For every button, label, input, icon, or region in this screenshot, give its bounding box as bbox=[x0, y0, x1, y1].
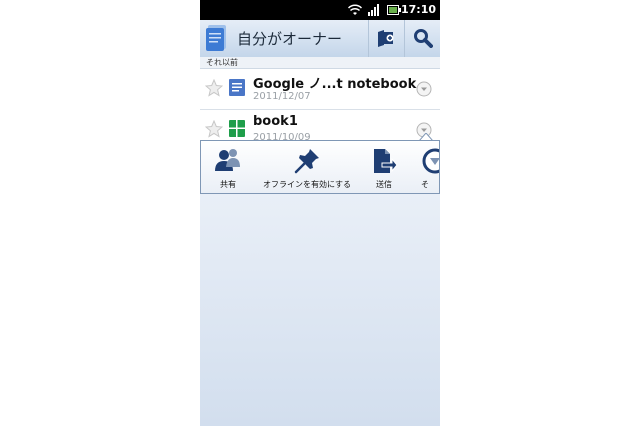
wifi-icon bbox=[348, 4, 362, 15]
empty-list-area bbox=[200, 194, 440, 426]
quick-action-label: そ bbox=[421, 180, 429, 189]
send-icon bbox=[374, 149, 398, 173]
list-item[interactable]: Google ノ...t notebook 2011/12/07 bbox=[200, 69, 440, 110]
quick-action-bar: 共有 オフラインを有効にする 送信 そ bbox=[200, 140, 440, 194]
spreadsheet-icon bbox=[229, 120, 245, 137]
share-button[interactable]: 共有 bbox=[205, 141, 251, 193]
quick-action-label: オフラインを有効にする bbox=[262, 180, 352, 189]
share-people-icon bbox=[215, 149, 240, 171]
document-icon bbox=[229, 79, 245, 96]
more-icon bbox=[422, 148, 439, 174]
star-icon[interactable] bbox=[205, 120, 223, 138]
quick-action-label: 送信 bbox=[376, 180, 392, 189]
document-title: book1 bbox=[253, 114, 298, 129]
star-icon[interactable] bbox=[205, 79, 223, 97]
battery-icon bbox=[387, 5, 401, 15]
upload-folder-icon bbox=[378, 30, 394, 47]
upload-button[interactable] bbox=[368, 20, 403, 57]
phone-screen: 17:10 自分がオーナー それ以前 Google ノ...t notebook… bbox=[200, 0, 440, 426]
status-bar: 17:10 bbox=[200, 0, 440, 20]
document-date: 2011/12/07 bbox=[253, 91, 311, 102]
clock: 17:10 bbox=[400, 3, 436, 16]
document-title: Google ノ...t notebook bbox=[253, 77, 417, 92]
action-bar: 自分がオーナー bbox=[200, 20, 440, 58]
search-icon bbox=[414, 29, 433, 48]
docs-app-icon[interactable] bbox=[206, 25, 230, 51]
expand-actions-icon[interactable] bbox=[416, 81, 432, 97]
page-title: 自分がオーナー bbox=[237, 30, 343, 48]
offline-button[interactable]: オフラインを有効にする bbox=[257, 141, 357, 193]
search-button[interactable] bbox=[404, 20, 439, 57]
section-header: それ以前 bbox=[200, 57, 440, 69]
pin-icon bbox=[294, 149, 319, 174]
more-button[interactable]: そ bbox=[415, 141, 439, 193]
send-button[interactable]: 送信 bbox=[361, 141, 407, 193]
signal-icon bbox=[368, 4, 379, 16]
quick-action-label: 共有 bbox=[220, 180, 236, 189]
